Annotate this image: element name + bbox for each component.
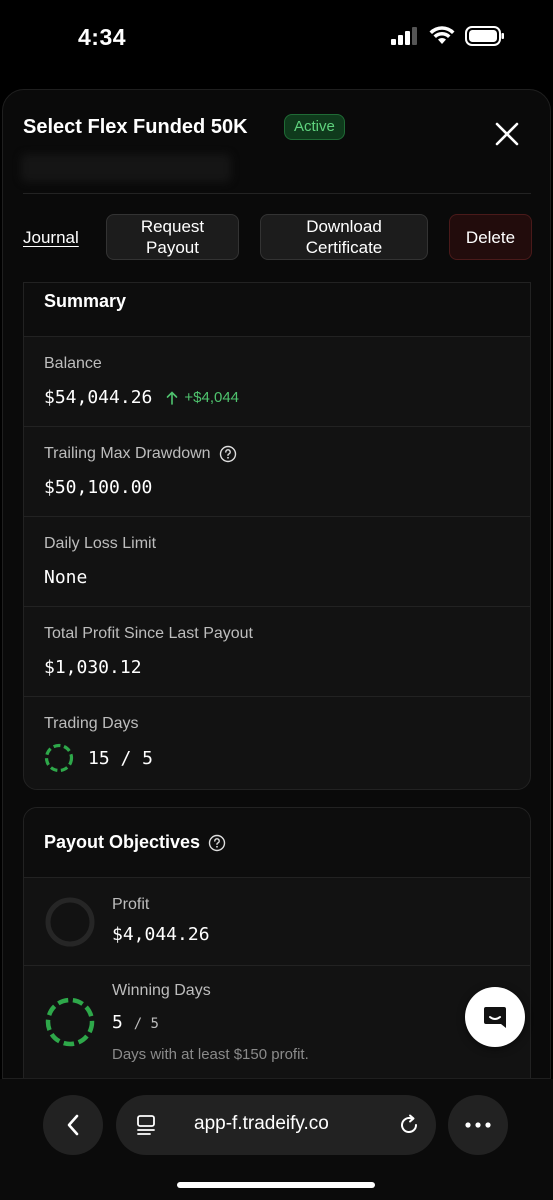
trading-days-row: Trading Days 15 / 5 xyxy=(24,697,530,787)
summary-card: Summary Balance $54,044.26 +$4,044 Trail… xyxy=(23,282,531,790)
chat-icon xyxy=(484,1007,506,1028)
winning-days-row: Winning Days 5 / 5 Days with at least $1… xyxy=(24,966,530,1076)
balance-label: Balance xyxy=(44,355,102,372)
help-circle-icon[interactable] xyxy=(219,445,237,463)
chevron-left-icon xyxy=(67,1114,79,1136)
download-certificate-label: Download Certificate xyxy=(305,217,383,257)
back-button[interactable] xyxy=(43,1095,103,1155)
payout-header: Payout Objectives xyxy=(24,808,530,878)
winning-days-current: 5 xyxy=(112,1012,123,1033)
header-divider xyxy=(23,193,531,194)
account-sheet: Select Flex Funded 50K Active Journal Re… xyxy=(2,89,551,1079)
drawdown-row: Trailing Max Drawdown $50,100.00 xyxy=(24,427,530,517)
balance-row: Balance $54,044.26 +$4,044 xyxy=(24,337,530,427)
winning-days-value: 5 / 5 xyxy=(112,1012,159,1033)
profit-progress-ring-icon xyxy=(45,897,95,947)
winning-days-ring-icon xyxy=(45,997,95,1047)
reload-icon[interactable] xyxy=(398,1114,420,1136)
summary-title: Summary xyxy=(24,283,530,337)
trading-days-ring-icon xyxy=(44,743,74,773)
url-text: app-f.tradeify.co xyxy=(194,1113,329,1134)
profit-row: Total Profit Since Last Payout $1,030.12 xyxy=(24,607,530,697)
balance-delta-value: +$4,044 xyxy=(184,389,240,406)
action-row: Journal Request Payout Download Certific… xyxy=(3,214,550,262)
account-title: Select Flex Funded 50K xyxy=(23,116,248,138)
more-button[interactable] xyxy=(448,1095,508,1155)
drawdown-value: $50,100.00 xyxy=(44,477,153,498)
winning-days-target: / 5 xyxy=(133,1016,159,1032)
battery-icon xyxy=(465,26,504,46)
status-bar: 4:34 xyxy=(0,0,553,80)
home-indicator xyxy=(177,1182,375,1188)
balance-value-row: $54,044.26 +$4,044 xyxy=(44,387,510,408)
request-payout-button[interactable]: Request Payout xyxy=(106,214,239,260)
balance-value: $54,044.26 xyxy=(44,387,153,408)
request-payout-label: Request Payout xyxy=(140,217,205,257)
winning-days-label: Winning Days xyxy=(112,982,211,999)
more-horizontal-icon xyxy=(465,1122,491,1128)
daily-loss-value: None xyxy=(44,567,88,588)
status-icons xyxy=(391,26,505,46)
trading-days-label: Trading Days xyxy=(44,715,139,732)
drawdown-label-wrap: Trailing Max Drawdown xyxy=(44,445,510,463)
download-certificate-button[interactable]: Download Certificate xyxy=(260,214,428,260)
signal-icon xyxy=(391,27,417,45)
address-bar[interactable]: app-f.tradeify.co xyxy=(116,1095,436,1155)
arrow-up-icon xyxy=(167,390,178,405)
profit-value: $1,030.12 xyxy=(44,657,142,678)
close-icon[interactable] xyxy=(493,120,521,148)
help-circle-icon[interactable] xyxy=(208,834,226,852)
profit-objective-row: Profit $4,044.26 xyxy=(24,878,530,966)
profit-objective-label: Profit xyxy=(112,896,150,913)
status-badge: Active xyxy=(284,114,345,140)
delete-button[interactable]: Delete xyxy=(449,214,532,260)
chat-button[interactable] xyxy=(465,987,525,1047)
payout-title: Payout Objectives xyxy=(44,832,201,852)
trading-days-value-row: 15 / 5 xyxy=(44,743,510,773)
profit-objective-value: $4,044.26 xyxy=(112,924,210,945)
drawdown-label: Trailing Max Drawdown xyxy=(44,445,211,462)
wifi-icon xyxy=(429,26,455,44)
status-time: 4:34 xyxy=(78,24,127,50)
balance-delta: +$4,044 xyxy=(166,389,239,406)
journal-link[interactable]: Journal xyxy=(23,228,79,248)
daily-loss-label: Daily Loss Limit xyxy=(44,535,157,552)
profit-label: Total Profit Since Last Payout xyxy=(44,625,253,642)
trading-days-value: 15 / 5 xyxy=(88,747,154,769)
blurred-account-id xyxy=(21,154,231,182)
winning-days-description: Days with at least $150 profit. xyxy=(112,1046,309,1063)
reader-icon xyxy=(137,1115,155,1135)
payout-objectives-card: Payout Objectives Profit $4,044.26 Winni… xyxy=(23,807,531,1078)
daily-loss-row: Daily Loss Limit None xyxy=(24,517,530,607)
